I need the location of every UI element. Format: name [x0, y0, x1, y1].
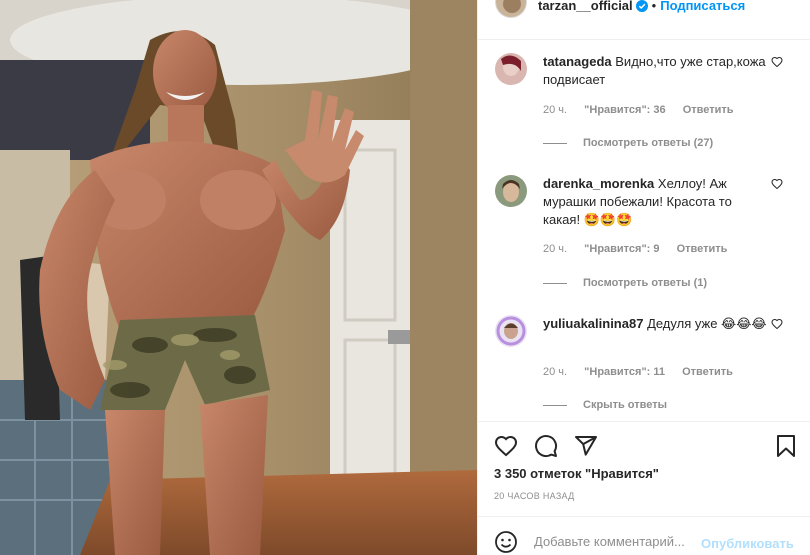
comment-like-heart-icon[interactable]: [771, 56, 783, 68]
comment-meta: 20 ч. "Нравится": 36 Ответить: [543, 104, 748, 116]
comment-content: darenka_morenka Хеллоу! Аж мурашки побеж…: [543, 175, 771, 229]
publish-button[interactable]: Опубликовать: [701, 536, 794, 551]
comment-username[interactable]: yuliuakalinina87: [543, 316, 643, 331]
verified-badge-icon: [635, 0, 648, 12]
comment-username[interactable]: tatanageda: [543, 54, 612, 69]
likes-count[interactable]: 3 350 отметок "Нравится": [494, 466, 659, 481]
comment-reply-button[interactable]: Ответить: [683, 104, 734, 116]
author-username[interactable]: tarzan__official: [538, 0, 633, 13]
comment-reply-button[interactable]: Ответить: [682, 366, 733, 378]
comment-like-heart-icon[interactable]: [771, 318, 783, 330]
post-actions-bar: [478, 421, 810, 469]
comment-like-heart-icon[interactable]: [771, 178, 783, 190]
replies-divider: [543, 404, 567, 406]
bookmark-icon[interactable]: [774, 434, 798, 458]
post-photo[interactable]: [0, 0, 477, 555]
comment-likes-count[interactable]: "Нравится": 36: [584, 104, 665, 116]
comment-content: yuliuakalinina87 Дедуля уже 😂😂😂: [543, 315, 771, 333]
author-avatar[interactable]: [495, 0, 527, 18]
commenter-avatar[interactable]: [495, 315, 527, 347]
comment-age: 20 ч.: [543, 243, 568, 255]
comment-username[interactable]: darenka_morenka: [543, 176, 654, 191]
view-replies-button[interactable]: Посмотреть ответы (27): [543, 137, 713, 149]
header-separator: •: [651, 0, 657, 13]
comment-input[interactable]: [534, 534, 699, 549]
hide-replies-label: Скрыть ответы: [583, 399, 667, 411]
view-replies-button[interactable]: Посмотреть ответы (1): [543, 277, 707, 289]
comment-text: Дедуля уже 😂😂😂: [647, 316, 767, 331]
heart-icon[interactable]: [494, 434, 518, 458]
follow-button[interactable]: Подписаться: [660, 0, 745, 13]
comment-content: tatanageda Видно,что уже стар,кожа подви…: [543, 53, 771, 89]
commenter-avatar[interactable]: [495, 175, 527, 207]
view-replies-label: Посмотреть ответы (27): [583, 137, 714, 149]
comment-likes-count[interactable]: "Нравится": 9: [584, 243, 659, 255]
replies-divider: [543, 142, 567, 144]
comments-list: tatanageda Видно,что уже стар,кожа подви…: [478, 41, 810, 421]
comment-meta: 20 ч. "Нравится": 9 Ответить: [543, 243, 741, 255]
view-replies-label: Посмотреть ответы (1): [583, 277, 708, 289]
comment-likes-count[interactable]: "Нравится": 11: [584, 366, 665, 378]
emoji-icon[interactable]: [494, 530, 518, 554]
post-header: tarzan__official • Подписаться: [478, 0, 810, 40]
comment-icon[interactable]: [534, 434, 558, 458]
post-sidebar: tarzan__official • Подписаться tatanaged…: [477, 0, 810, 555]
hide-replies-button[interactable]: Скрыть ответы: [543, 399, 667, 411]
add-comment-form: Опубликовать: [478, 516, 810, 555]
comment-age: 20 ч.: [543, 366, 568, 378]
post-image: [0, 0, 477, 555]
post-timestamp[interactable]: 20 часов назад: [494, 491, 575, 501]
comment-meta: 20 ч. "Нравится": 11 Ответить: [543, 366, 747, 378]
comment-reply-button[interactable]: Ответить: [677, 243, 728, 255]
share-icon[interactable]: [574, 434, 598, 458]
commenter-avatar[interactable]: [495, 53, 527, 85]
replies-divider: [543, 282, 567, 284]
comment-age: 20 ч.: [543, 104, 568, 116]
